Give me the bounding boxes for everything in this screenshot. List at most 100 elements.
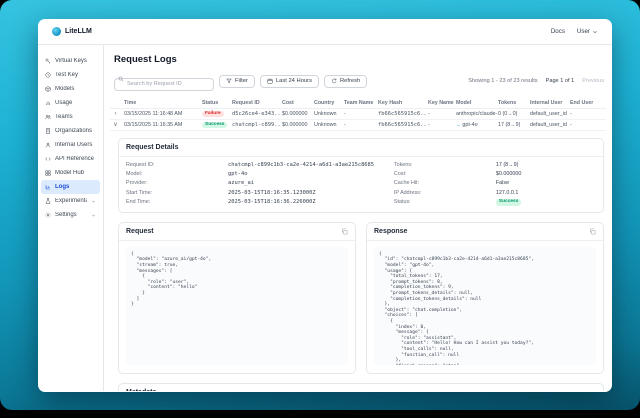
cell-internal-user: default_user_id	[530, 122, 570, 128]
search-wrap	[114, 72, 214, 91]
app-window: LiteLLM Docs User Virtual Keys Test Ke	[38, 19, 612, 392]
logs-toolbar: Filter Last 24 Hours Refresh Showing 1 -…	[114, 72, 606, 91]
sidebar-item-settings[interactable]: Settings	[41, 208, 100, 222]
cell-key-name: -	[428, 111, 456, 117]
main-content: Request Logs Filter Last 24 Hours	[104, 45, 612, 391]
chevron-down-icon	[91, 199, 96, 204]
brand: LiteLLM	[52, 27, 92, 36]
bar-chart-icon	[45, 100, 51, 106]
request-panel: Request { "model": "azure_ai/gpt-4o", "s…	[118, 222, 356, 374]
top-bar: LiteLLM Docs User	[38, 19, 612, 45]
cell-cost: $0.000000	[282, 122, 314, 128]
sidebar: Virtual Keys Test Key Models Usage Teams	[38, 45, 104, 391]
expand-row-icon[interactable]: ›	[110, 111, 124, 117]
expanded-row-detail: Request Details Request ID:chatcmpl-c899…	[118, 138, 604, 392]
search-icon	[118, 76, 124, 82]
cell-status: Success	[202, 121, 232, 129]
sidebar-item-organizations[interactable]: Organizations	[41, 124, 100, 138]
field-cost: Cost:$0.000000	[394, 171, 596, 177]
teams-icon	[45, 114, 51, 120]
status-badge: Success	[496, 199, 521, 206]
cell-tokens: 17 (8→9)	[498, 122, 530, 128]
previous-page-button[interactable]: Previous	[582, 78, 604, 84]
request-details-header: Request Details	[119, 139, 603, 157]
field-ip-address: IP Address:127.0.0.1	[394, 190, 596, 196]
response-panel: Response { "id": "chatcmpl-c899c1b3-ca2e…	[366, 222, 604, 374]
pagination: Showing 1 - 23 of 23 results Page 1 of 1…	[468, 78, 606, 84]
calendar-icon	[267, 78, 273, 84]
top-nav: Docs User	[551, 28, 598, 35]
refresh-icon	[331, 78, 337, 84]
refresh-button[interactable]: Refresh	[324, 75, 367, 88]
provider-icon: ←	[456, 122, 461, 128]
logs-icon	[45, 184, 51, 190]
code-icon	[45, 156, 51, 162]
collapse-row-icon[interactable]: ∨	[110, 121, 124, 128]
field-model: Model:gpt-4o	[126, 171, 394, 177]
filter-button[interactable]: Filter	[219, 75, 255, 88]
docs-link[interactable]: Docs	[551, 28, 565, 35]
litellm-logo-icon	[52, 27, 61, 36]
cell-model: anthropic/claude-...	[456, 111, 498, 117]
cell-tokens: 0 (0→0)	[498, 111, 530, 117]
cell-team-name: -	[344, 122, 378, 128]
request-details-fields: Request ID:chatcmpl-c899c1b3-ca2e-4214-a…	[119, 157, 603, 212]
flask-icon	[45, 198, 51, 204]
brand-name: LiteLLM	[65, 28, 92, 35]
cell-key-hash: fb66c565915c6...	[378, 111, 428, 117]
search-input[interactable]	[114, 78, 214, 91]
copy-icon[interactable]	[341, 228, 348, 235]
sidebar-item-model-hub[interactable]: Model Hub	[41, 166, 100, 180]
desktop-background: LiteLLM Docs User Virtual Keys Test Ke	[0, 0, 640, 410]
sidebar-item-usage[interactable]: Usage	[41, 96, 100, 110]
grid-icon	[45, 170, 51, 176]
request-response-panels: Request { "model": "azure_ai/gpt-4o", "s…	[118, 222, 604, 374]
test-key-icon	[45, 72, 51, 78]
field-provider: Provider:azure_ai	[126, 180, 394, 186]
field-cache-hit: Cache Hit:False	[394, 180, 596, 186]
cell-status: Failure	[202, 110, 232, 118]
sidebar-item-virtual-keys[interactable]: Virtual Keys	[41, 54, 100, 68]
response-json: { "id": "chatcmpl-c899c1b3-ca2e-4214-a6d…	[374, 247, 596, 365]
table-header-row: Time Status Request ID Cost Country Team…	[110, 99, 606, 109]
cell-time: 03/15/2025 11:16:35 AM	[124, 122, 202, 128]
time-range-button[interactable]: Last 24 Hours	[260, 75, 319, 88]
sidebar-item-models[interactable]: Models	[41, 82, 100, 96]
table-row[interactable]: › 03/15/2025 11:16:48 AM Failure d5c26ce…	[110, 109, 606, 120]
cell-key-name: -	[428, 122, 456, 128]
key-icon	[45, 58, 51, 64]
sidebar-item-teams[interactable]: Teams	[41, 110, 100, 124]
cell-end-user: -	[570, 122, 606, 128]
logs-table: Time Status Request ID Cost Country Team…	[110, 99, 606, 131]
metadata-card: Metadata	[118, 383, 604, 391]
field-tokens: Tokens:17 (8→9)	[394, 162, 596, 168]
user-menu[interactable]: User	[577, 28, 598, 35]
field-start-time: Start Time:2025-03-15T18:16:35.123000Z	[126, 190, 394, 196]
sidebar-item-logs[interactable]: Logs	[41, 180, 100, 194]
gear-icon	[45, 212, 51, 218]
field-request-id: Request ID:chatcmpl-c899c1b3-ca2e-4214-a…	[126, 162, 394, 168]
cell-country: Unknown	[314, 111, 344, 117]
copy-icon[interactable]	[589, 228, 596, 235]
page-indicator: Page 1 of 1	[546, 78, 575, 84]
status-badge: Failure	[202, 111, 224, 118]
chevron-down-icon	[91, 213, 96, 218]
request-json: { "model": "azure_ai/gpt-4o", "stream": …	[126, 247, 348, 365]
sidebar-item-test-key[interactable]: Test Key	[41, 68, 100, 82]
cell-team-name: -	[344, 111, 378, 117]
cell-time: 03/15/2025 11:16:48 AM	[124, 111, 202, 117]
cell-key-hash: fb66c565915c6...	[378, 122, 428, 128]
chevron-down-icon	[592, 29, 598, 35]
cell-internal-user: default_user_id	[530, 111, 570, 117]
status-badge: Success	[202, 122, 227, 129]
sidebar-item-experimental[interactable]: Experimental	[41, 194, 100, 208]
user-menu-label: User	[577, 28, 590, 35]
cell-cost: $0.000000	[282, 111, 314, 117]
request-details-card: Request Details Request ID:chatcmpl-c899…	[118, 138, 604, 213]
cell-request-id: chatcmpl-c899...	[232, 122, 282, 128]
user-icon	[45, 142, 51, 148]
sidebar-item-internal-users[interactable]: Internal Users	[41, 138, 100, 152]
page-title: Request Logs	[114, 54, 606, 65]
sidebar-item-api-reference[interactable]: API Reference	[41, 152, 100, 166]
table-row-expanded[interactable]: ∨ 03/15/2025 11:16:35 AM Success chatcmp…	[110, 120, 606, 131]
